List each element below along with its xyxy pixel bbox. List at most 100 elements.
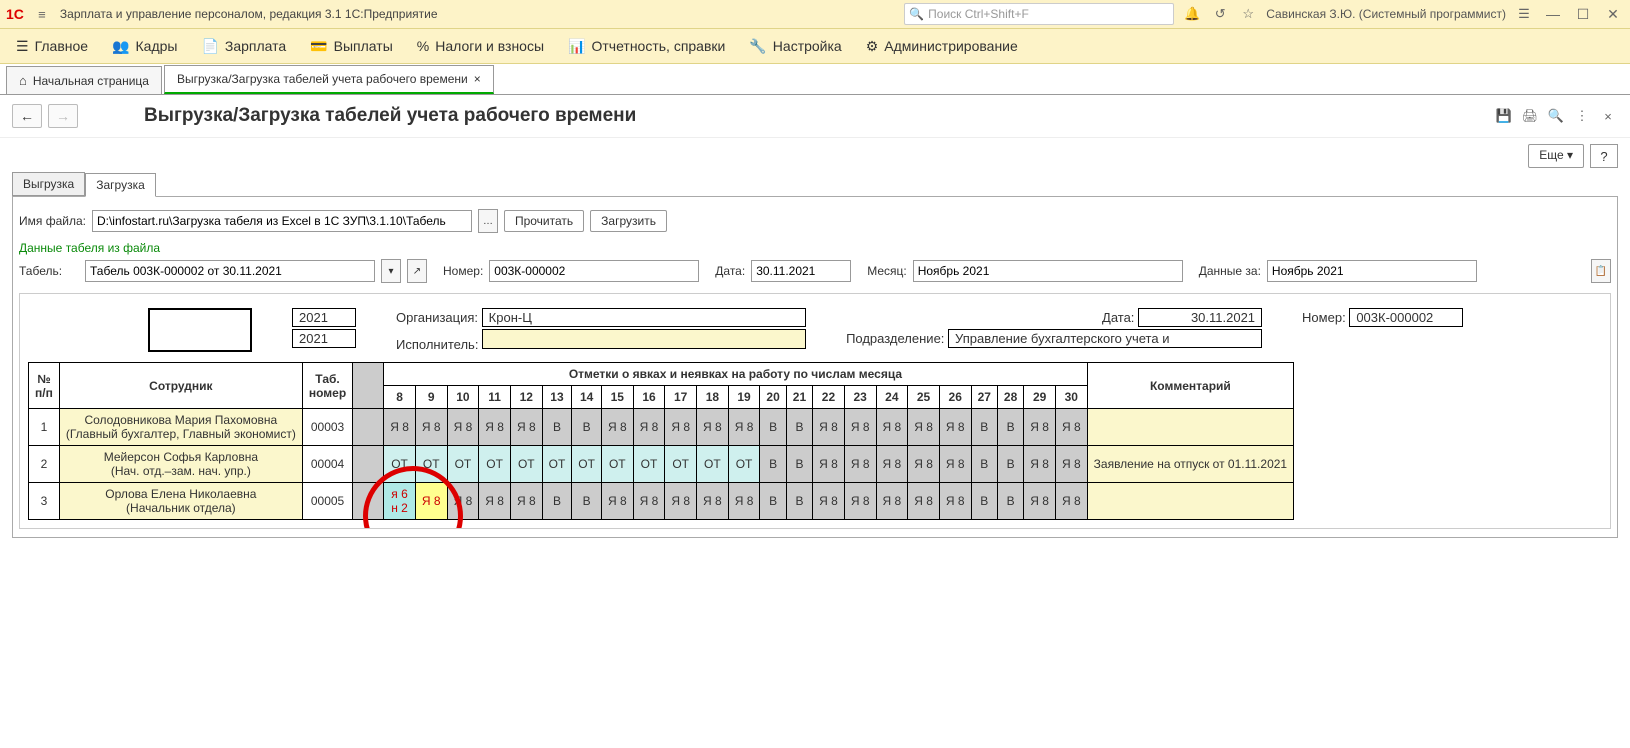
day-cell[interactable]: Я 8 [876,483,908,520]
day-cell[interactable]: В [786,409,812,446]
day-cell[interactable]: Я 8 [1024,483,1056,520]
history-icon[interactable]: ↺ [1210,4,1230,24]
day-cell[interactable]: Я 8 [1055,483,1087,520]
menu-hr[interactable]: 👥 Кадры [102,34,187,59]
day-cell[interactable]: В [971,409,997,446]
day-cell[interactable]: Я 8 [697,483,729,520]
day-cell[interactable]: В [786,483,812,520]
file-browse-icon[interactable]: … [478,209,498,233]
day-cell[interactable]: Я 8 [633,483,665,520]
day-cell[interactable]: В [997,409,1023,446]
day-cell[interactable]: Я 8 [908,409,940,446]
menu-pay[interactable]: 💳 Выплаты [300,34,403,59]
bell-icon[interactable]: 🔔 [1182,4,1202,24]
subtab-import[interactable]: Загрузка [85,173,156,197]
save-icon[interactable]: 💾 [1494,106,1514,126]
day-cell[interactable]: Я 8 [479,409,511,446]
star-icon[interactable]: ☆ [1238,4,1258,24]
menu-taxes[interactable]: % Налоги и взносы [407,34,554,58]
day-cell[interactable]: В [971,483,997,520]
day-cell[interactable]: Я 8 [384,409,416,446]
day-cell[interactable]: Я 8 [813,483,845,520]
tabel-input[interactable] [85,260,375,282]
day-cell[interactable]: Я 8 [844,483,876,520]
day-cell[interactable]: Я 8 [510,409,542,446]
day-cell[interactable]: ОТ [542,446,572,483]
search-page-icon[interactable]: 🔍 [1546,106,1566,126]
day-cell[interactable]: В [572,409,602,446]
day-cell[interactable]: Я 8 [601,409,633,446]
day-cell[interactable]: ОТ [510,446,542,483]
day-cell[interactable]: В [786,446,812,483]
day-cell[interactable]: В [997,483,1023,520]
day-cell[interactable]: ОТ [384,446,416,483]
day-cell[interactable]: я 6н 2 [384,483,416,520]
day-cell[interactable]: Я 8 [665,483,697,520]
close-tab-icon[interactable]: × [474,72,481,86]
day-cell[interactable]: Я 8 [844,446,876,483]
file-path-input[interactable] [92,210,472,232]
day-cell[interactable]: Я 8 [876,446,908,483]
day-cell[interactable]: В [542,483,572,520]
day-cell[interactable]: Я 8 [813,409,845,446]
search-input[interactable]: 🔍 Поиск Ctrl+Shift+F [904,3,1174,25]
day-cell[interactable]: В [971,446,997,483]
nav-back-button[interactable]: ← [12,104,42,128]
help-button[interactable]: ? [1590,144,1618,168]
nav-fwd-button[interactable]: → [48,104,78,128]
day-cell[interactable]: Я 8 [728,409,760,446]
day-cell[interactable]: Я 8 [601,483,633,520]
day-cell[interactable]: Я 8 [813,446,845,483]
day-cell[interactable]: Я 8 [447,409,479,446]
read-button[interactable]: Прочитать [504,210,584,232]
load-button[interactable]: Загрузить [590,210,667,232]
close-window-button[interactable]: ✕ [1602,3,1624,25]
menu-admin[interactable]: ⚙ Администрирование [856,34,1028,59]
day-cell[interactable]: Я 8 [1024,409,1056,446]
maximize-button[interactable]: ☐ [1572,3,1594,25]
day-cell[interactable]: ОТ [697,446,729,483]
day-cell[interactable]: Я 8 [1055,446,1087,483]
day-cell[interactable]: Я 8 [844,409,876,446]
kebab-icon[interactable]: ⋮ [1572,106,1592,126]
subtab-export[interactable]: Выгрузка [12,172,85,196]
menu-setup[interactable]: 🔧 Настройка [739,34,851,59]
day-cell[interactable]: ОТ [447,446,479,483]
day-cell[interactable]: Я 8 [479,483,511,520]
day-cell[interactable]: Я 8 [908,446,940,483]
day-cell[interactable]: В [760,409,786,446]
day-cell[interactable]: Я 8 [876,409,908,446]
day-cell[interactable]: ОТ [728,446,760,483]
date-input[interactable] [751,260,851,282]
day-cell[interactable]: ОТ [479,446,511,483]
day-cell[interactable]: ОТ [633,446,665,483]
day-cell[interactable]: Я 8 [447,483,479,520]
menu-icon[interactable]: ≡ [32,4,52,24]
day-cell[interactable]: Я 8 [939,446,971,483]
user-menu-icon[interactable]: ☰ [1514,4,1534,24]
day-cell[interactable]: ОТ [665,446,697,483]
day-cell[interactable]: Я 8 [665,409,697,446]
grid-settings-icon[interactable]: 📋 [1591,259,1611,283]
timesheet-table[interactable]: №п/пСотрудникТаб.номерОтметки о явках и … [28,362,1294,520]
close-page-icon[interactable]: × [1598,106,1618,126]
day-cell[interactable]: Я 8 [939,483,971,520]
day-cell[interactable]: Я 8 [1055,409,1087,446]
day-cell[interactable]: В [542,409,572,446]
day-cell[interactable]: Я 8 [415,409,447,446]
day-cell[interactable]: Я 8 [728,483,760,520]
day-cell[interactable]: ОТ [572,446,602,483]
day-cell[interactable]: В [572,483,602,520]
more-button[interactable]: Еще ▾ [1528,144,1584,168]
day-cell[interactable]: В [760,446,786,483]
month-input[interactable] [913,260,1183,282]
day-cell[interactable]: Я 8 [510,483,542,520]
day-cell[interactable]: Я 8 [415,483,447,520]
menu-salary[interactable]: 📄 Зарплата [191,34,296,59]
tab-timesheet[interactable]: Выгрузка/Загрузка табелей учета рабочего… [164,65,494,94]
user-label[interactable]: Савинская З.Ю. (Системный программист) [1266,7,1506,21]
menu-reports[interactable]: 📊 Отчетность, справки [558,34,735,59]
day-cell[interactable]: В [760,483,786,520]
print-icon[interactable]: 🖨 [1520,106,1540,126]
menu-main[interactable]: ☰ Главное [6,34,98,59]
